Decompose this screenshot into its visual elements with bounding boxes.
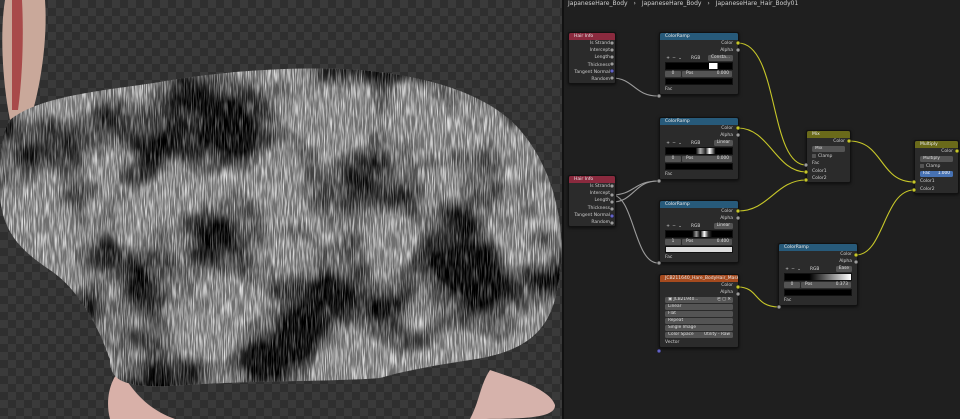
socket[interactable] — [609, 75, 615, 81]
socket[interactable] — [609, 68, 615, 74]
shader-node-editor[interactable]: JapaneseHare_Body › JapaneseHare_Body › … — [564, 0, 960, 419]
socket[interactable] — [911, 187, 917, 193]
fur-render — [0, 0, 562, 419]
socket[interactable] — [735, 132, 741, 138]
socket[interactable] — [853, 252, 859, 258]
socket[interactable] — [609, 40, 615, 46]
socket[interactable] — [609, 206, 615, 212]
socket[interactable] — [846, 138, 852, 144]
socket[interactable] — [609, 220, 615, 226]
socket[interactable] — [735, 284, 741, 290]
socket[interactable] — [735, 291, 741, 297]
3d-viewport[interactable] — [0, 0, 562, 419]
socket[interactable] — [609, 47, 615, 53]
socket[interactable] — [954, 148, 960, 154]
blender-window: JapaneseHare_Body › JapaneseHare_Body › … — [0, 0, 960, 419]
socket[interactable] — [735, 47, 741, 53]
socket[interactable] — [609, 192, 615, 198]
socket[interactable] — [656, 260, 662, 266]
socket[interactable] — [735, 215, 741, 221]
socket[interactable] — [735, 208, 741, 214]
ear-shape — [2, 0, 46, 120]
socket[interactable] — [656, 178, 662, 184]
socket[interactable] — [609, 213, 615, 219]
socket[interactable] — [609, 199, 615, 205]
socket[interactable] — [735, 40, 741, 46]
socket[interactable] — [735, 125, 741, 131]
socket[interactable] — [911, 179, 917, 185]
socket[interactable] — [803, 162, 809, 168]
socket[interactable] — [609, 54, 615, 60]
hind-leg-shape — [470, 370, 556, 419]
socket[interactable] — [609, 183, 615, 189]
socket[interactable] — [853, 259, 859, 265]
socket[interactable] — [803, 177, 809, 183]
socket[interactable] — [656, 348, 662, 354]
node-sockets — [609, 40, 960, 354]
socket[interactable] — [803, 169, 809, 175]
socket[interactable] — [609, 61, 615, 67]
socket[interactable] — [776, 304, 782, 310]
socket[interactable] — [656, 93, 662, 99]
